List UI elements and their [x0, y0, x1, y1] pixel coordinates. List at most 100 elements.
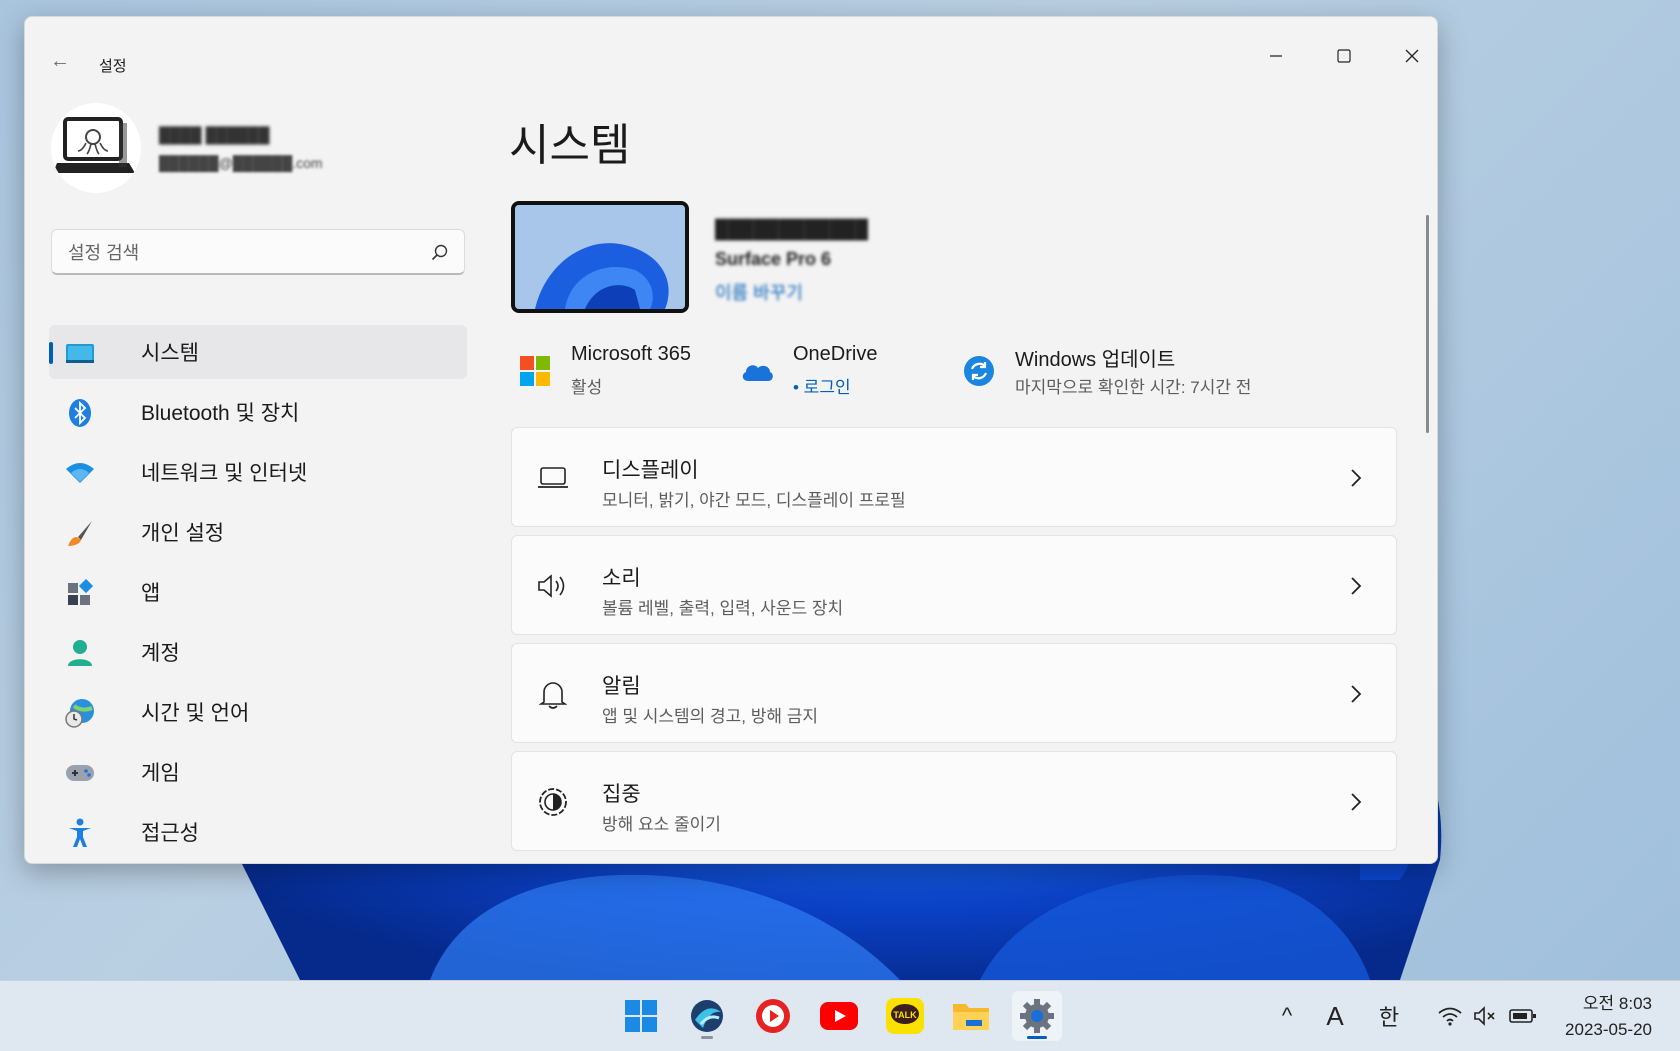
sidebar-item-label: 개인 설정: [141, 522, 225, 545]
status-title: Microsoft 365: [571, 343, 692, 365]
taskbar-file-explorer[interactable]: [946, 991, 996, 1041]
laptop-octopus-avatar-icon: [53, 117, 135, 173]
taskbar-kakaotalk[interactable]: TALK: [880, 991, 930, 1041]
sidebar-item-time-language[interactable]: 시간 및 언어: [49, 685, 467, 739]
sidebar-item-network[interactable]: 네트워크 및 인터넷: [49, 445, 467, 499]
title-bar: ← 설정: [25, 17, 1437, 83]
status-subtitle: • 로그인: [793, 378, 851, 397]
taskbar-youtube[interactable]: [814, 991, 864, 1041]
device-model: Surface Pro 6: [715, 249, 832, 269]
close-button[interactable]: [1379, 31, 1437, 81]
browser-icon: [691, 1000, 723, 1032]
card-title: 소리: [602, 567, 641, 590]
globe-clock-icon: [65, 698, 95, 728]
microsoft-logo-icon: [517, 353, 553, 389]
status-subtitle: 활성: [571, 378, 603, 397]
file-explorer-icon: [953, 1004, 989, 1030]
status-subtitle: 마지막으로 확인한 시간: 7시간 전: [1015, 378, 1252, 397]
sidebar-item-system[interactable]: 시스템: [49, 325, 467, 379]
sidebar-item-label: 시간 및 언어: [141, 702, 250, 725]
sidebar-item-label: 계정: [141, 642, 180, 665]
monitor-icon: [65, 338, 95, 368]
battery-icon: [1509, 1009, 1536, 1023]
status-title: Windows 업데이트: [1015, 349, 1176, 371]
card-subtitle: 앱 및 시스템의 경고, 방해 금지: [602, 707, 819, 726]
page-title: 시스템: [509, 121, 631, 170]
card-title: 집중: [602, 783, 641, 806]
notifications-card[interactable]: 알림 앱 및 시스템의 경고, 방해 금지: [511, 643, 1397, 743]
youtube-icon: [820, 1002, 858, 1030]
sidebar-item-personalization[interactable]: 개인 설정: [49, 505, 467, 559]
back-button[interactable]: ←: [45, 47, 75, 75]
minimize-button[interactable]: [1243, 31, 1309, 81]
taskbar-media-player[interactable]: [748, 991, 798, 1041]
windows-update-status[interactable]: Windows 업데이트 마지막으로 확인한 시간: 7시간 전: [961, 343, 1321, 403]
settings-cards: 디스플레이 모니터, 밝기, 야간 모드, 디스플레이 프로필 소리 볼륨 레벨…: [511, 427, 1397, 859]
maximize-button[interactable]: [1311, 31, 1377, 81]
bluetooth-icon: [65, 398, 95, 428]
chevron-right-icon: [1351, 793, 1362, 811]
sidebar-item-label: Bluetooth 및 장치: [141, 402, 300, 425]
settings-window: ← 설정 ████ ██████ ██████@██████.com 설정 검색…: [24, 16, 1438, 864]
quick-settings-button[interactable]: [1432, 981, 1542, 1051]
clock[interactable]: 오전 8:03 2023-05-20: [1565, 991, 1652, 1043]
settings-search[interactable]: [51, 229, 465, 275]
windows-update-icon: [961, 353, 997, 389]
bell-icon: [536, 678, 570, 710]
onedrive-status[interactable]: OneDrive • 로그인: [739, 343, 929, 403]
apps-icon: [65, 578, 95, 608]
window-title: 설정: [99, 58, 127, 75]
sidebar-item-label: 시스템: [141, 342, 199, 365]
speaker-icon: [536, 570, 570, 602]
sidebar-item-bluetooth[interactable]: Bluetooth 및 장치: [49, 385, 467, 439]
sidebar-item-label: 네트워크 및 인터넷: [141, 462, 308, 485]
laptop-icon: [536, 462, 570, 494]
taskbar: TALK ^ A 한 오전 8:03 2023-05-20: [0, 980, 1680, 1051]
bloom-wallpaper-icon: [515, 205, 685, 309]
person-icon: [65, 638, 95, 668]
search-input[interactable]: [66, 240, 410, 266]
focus-card[interactable]: 집중 방해 요소 줄이기: [511, 751, 1397, 851]
sidebar-item-label: 접근성: [141, 822, 199, 845]
gamepad-icon: [65, 758, 95, 788]
wifi-icon: [65, 458, 95, 488]
close-icon: [1405, 49, 1419, 63]
card-subtitle: 볼륨 레벨, 출력, 입력, 사운드 장치: [602, 599, 844, 618]
device-name: ████████████: [715, 219, 869, 239]
input-mode-indicator[interactable]: A: [1320, 981, 1350, 1051]
sidebar-item-apps[interactable]: 앱: [49, 565, 467, 619]
card-subtitle: 모니터, 밝기, 야간 모드, 디스플레이 프로필: [602, 491, 906, 510]
status-title: OneDrive: [793, 343, 878, 365]
settings-gear-icon: [1020, 999, 1054, 1033]
card-title: 알림: [602, 675, 641, 698]
user-name: ████ ██████: [159, 127, 270, 144]
input-mode-label: A: [1326, 1000, 1344, 1031]
chevron-right-icon: [1351, 469, 1362, 487]
rename-link[interactable]: 이름 바꾸기: [715, 279, 803, 305]
chevron-right-icon: [1351, 685, 1362, 703]
ime-indicator[interactable]: 한: [1374, 981, 1404, 1051]
accessibility-icon: [65, 818, 95, 848]
show-hidden-icons-button[interactable]: ^: [1272, 981, 1302, 1051]
media-player-icon: [756, 999, 790, 1033]
chevron-up-icon: ^: [1281, 1003, 1293, 1028]
sidebar-item-accessibility[interactable]: 접근성: [49, 805, 467, 859]
start-button[interactable]: [616, 991, 666, 1041]
device-thumbnail: [511, 201, 689, 313]
kakaotalk-label: TALK: [893, 1010, 917, 1020]
user-avatar[interactable]: [51, 103, 141, 193]
sidebar-item-accounts[interactable]: 계정: [49, 625, 467, 679]
card-subtitle: 방해 요소 줄이기: [602, 815, 721, 834]
sidebar-item-label: 게임: [141, 762, 180, 785]
microsoft365-status[interactable]: Microsoft 365 활성: [517, 343, 717, 403]
sidebar-nav: 시스템 Bluetooth 및 장치 네트워크 및 인터넷 개인 설정 앱 계정…: [49, 325, 467, 863]
focus-icon: [536, 786, 570, 818]
search-icon[interactable]: [430, 243, 450, 263]
taskbar-settings[interactable]: [1012, 991, 1062, 1041]
display-card[interactable]: 디스플레이 모니터, 밝기, 야간 모드, 디스플레이 프로필: [511, 427, 1397, 527]
kakaotalk-icon: TALK: [886, 998, 924, 1034]
sound-card[interactable]: 소리 볼륨 레벨, 출력, 입력, 사운드 장치: [511, 535, 1397, 635]
scrollbar[interactable]: [1426, 215, 1429, 433]
sidebar-item-gaming[interactable]: 게임: [49, 745, 467, 799]
taskbar-browser[interactable]: [682, 991, 732, 1041]
